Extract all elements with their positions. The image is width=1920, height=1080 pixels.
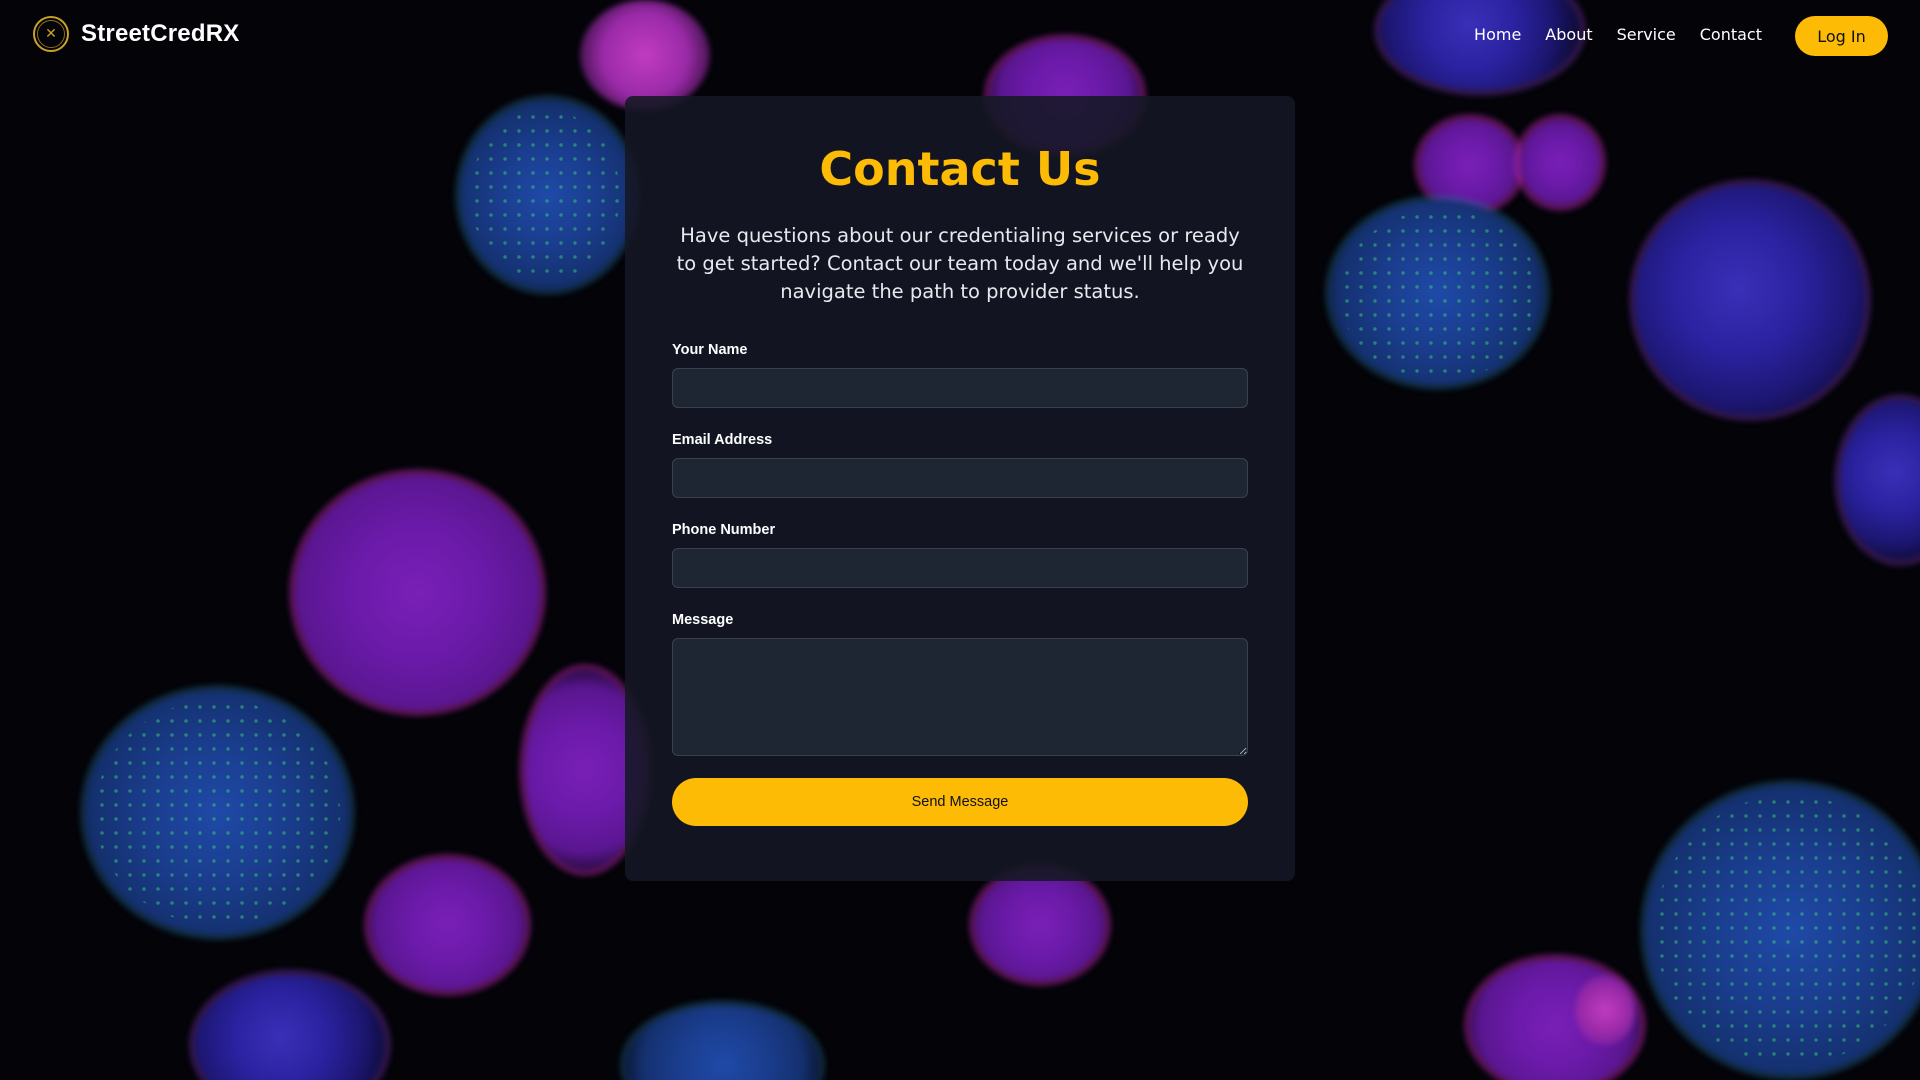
phone-field[interactable] [672, 548, 1248, 588]
phone-field-group: Phone Number [672, 522, 1248, 588]
nav-link-contact[interactable]: Contact [1700, 25, 1762, 44]
name-field-group: Your Name [672, 342, 1248, 408]
contact-card: Contact Us Have questions about our cred… [625, 96, 1295, 881]
message-field-label: Message [672, 612, 734, 628]
crosshair-circle-logo-icon: ✕ [33, 16, 69, 52]
top-navigation-bar: ✕ StreetCredRX Home About Service Contac… [0, 0, 1920, 72]
contact-description: Have questions about our credentialing s… [676, 224, 1244, 303]
email-field-label: Email Address [672, 432, 773, 448]
nav-link-home[interactable]: Home [1474, 25, 1521, 44]
nav-links: Home About Service Contact [1474, 25, 1762, 44]
brand[interactable]: ✕ StreetCredRX [33, 16, 239, 52]
name-field-label: Your Name [672, 342, 748, 358]
contact-form: Your Name Email Address Phone Number Mes… [672, 342, 1248, 826]
email-field[interactable] [672, 458, 1248, 498]
login-button[interactable]: Log In [1795, 16, 1888, 56]
send-message-button[interactable]: Send Message [672, 778, 1248, 826]
email-field-group: Email Address [672, 432, 1248, 498]
message-field-group: Message [672, 612, 1248, 756]
page-title: Contact Us [819, 142, 1101, 196]
brand-name: StreetCredRX [81, 20, 240, 47]
phone-field-label: Phone Number [672, 522, 776, 538]
nav-link-service[interactable]: Service [1617, 25, 1676, 44]
nav-link-about[interactable]: About [1545, 25, 1592, 44]
message-field[interactable] [672, 638, 1248, 756]
name-field[interactable] [672, 368, 1248, 408]
